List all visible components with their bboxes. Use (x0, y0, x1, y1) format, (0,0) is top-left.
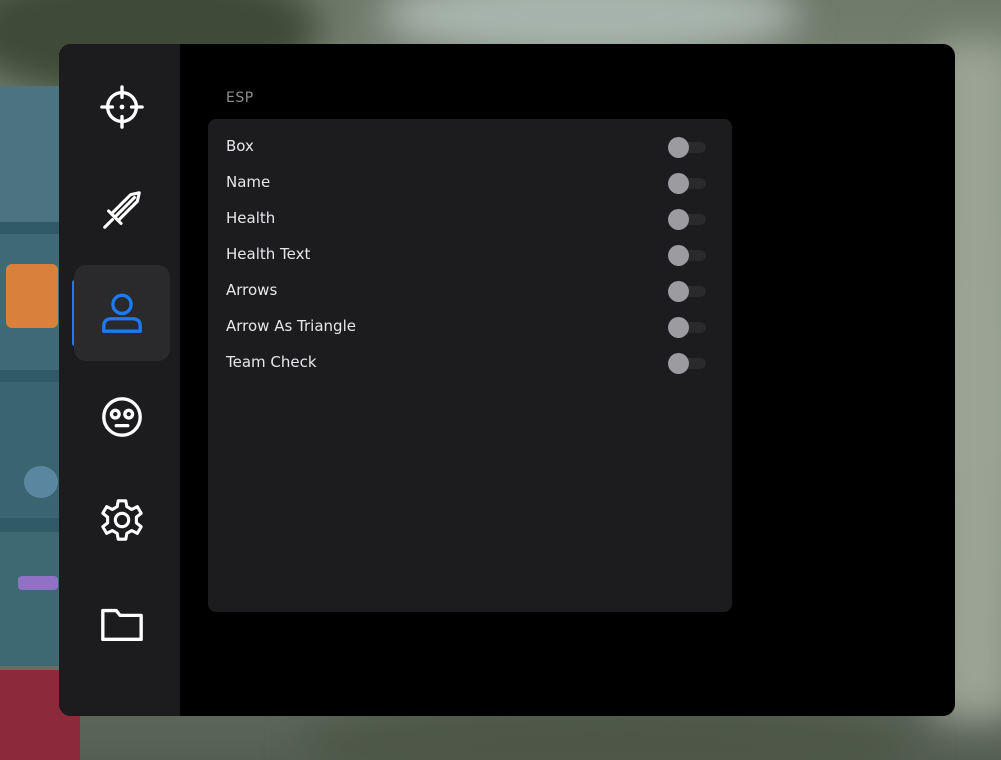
option-label: Name (226, 173, 271, 191)
option-label: Arrows (226, 281, 278, 299)
option-row-box: Box (208, 129, 732, 165)
option-row-name: Name (208, 165, 732, 201)
sword-icon (103, 191, 141, 229)
health-text-toggle[interactable] (668, 245, 706, 266)
option-row-arrow-as-triangle: Arrow As Triangle (208, 309, 732, 345)
sidebar-item-aimbot[interactable] (74, 59, 170, 155)
sidebar (59, 44, 180, 716)
inventory-item (18, 576, 58, 590)
option-label: Health (226, 209, 276, 227)
cheat-menu-window: ESP Box Name Health Health Text Arrows A… (59, 44, 955, 716)
option-row-health-text: Health Text (208, 237, 732, 273)
option-label: Arrow As Triangle (226, 317, 356, 335)
background-inventory (0, 86, 62, 666)
inventory-crate (6, 264, 58, 328)
user-icon (102, 293, 142, 333)
box-toggle[interactable] (668, 137, 706, 158)
folder-icon (101, 608, 143, 642)
arrows-toggle[interactable] (668, 281, 706, 302)
toggle-knob (668, 209, 689, 230)
option-row-team-check: Team Check (208, 345, 732, 381)
crosshair-icon (100, 85, 144, 129)
inventory-slot (0, 382, 62, 518)
sidebar-item-visuals[interactable] (74, 265, 170, 361)
sidebar-item-weapons[interactable] (74, 162, 170, 258)
option-label: Health Text (226, 245, 311, 263)
toggle-knob (668, 245, 689, 266)
face-icon (102, 397, 142, 437)
game-background: ESP Box Name Health Health Text Arrows A… (0, 0, 1001, 760)
sidebar-item-settings[interactable] (74, 472, 170, 568)
team-check-toggle[interactable] (668, 353, 706, 374)
inventory-slot (0, 532, 62, 666)
toggle-knob (668, 137, 689, 158)
inventory-item (24, 466, 58, 498)
sidebar-item-misc[interactable] (74, 369, 170, 465)
health-toggle[interactable] (668, 209, 706, 230)
toggle-knob (668, 281, 689, 302)
option-row-arrows: Arrows (208, 273, 732, 309)
toggle-knob (668, 317, 689, 338)
esp-options-card: Box Name Health Health Text Arrows Arrow… (208, 119, 732, 612)
gear-icon (101, 499, 143, 541)
section-title: ESP (226, 90, 254, 106)
arrow-as-triangle-toggle[interactable] (668, 317, 706, 338)
option-label: Team Check (226, 353, 317, 371)
option-label: Box (226, 137, 254, 155)
name-toggle[interactable] (668, 173, 706, 194)
toggle-knob (668, 353, 689, 374)
inventory-slot (0, 86, 62, 222)
sidebar-item-configs[interactable] (74, 576, 170, 672)
option-row-health: Health (208, 201, 732, 237)
toggle-knob (668, 173, 689, 194)
